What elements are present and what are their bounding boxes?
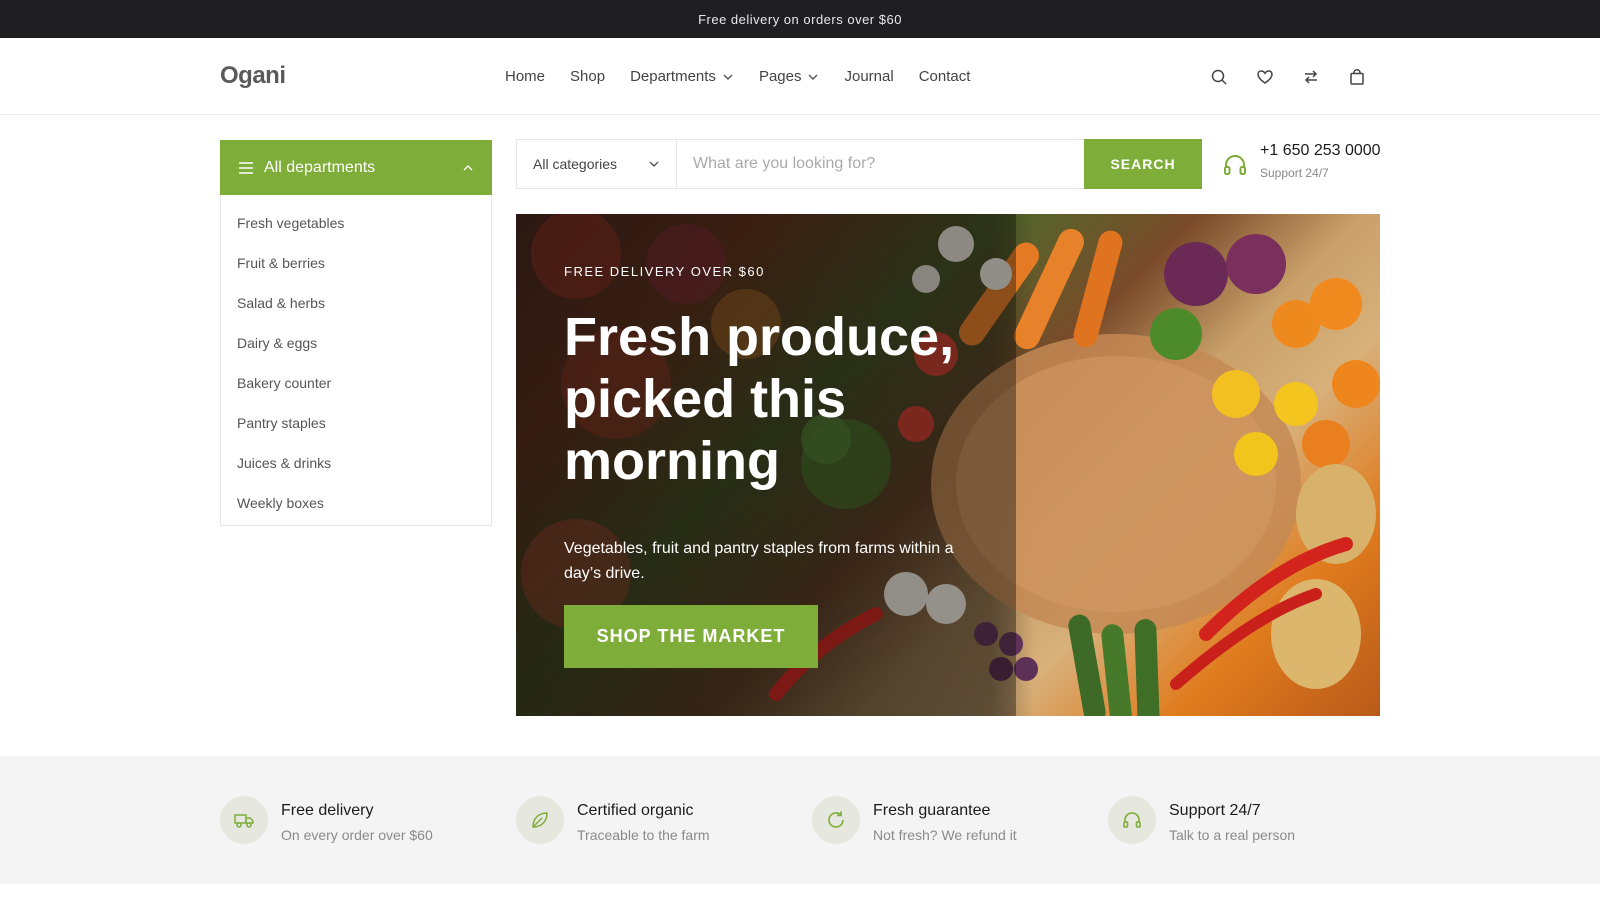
support-phone[interactable]: +1 650 253 0000 [1260, 142, 1381, 160]
refresh-icon [812, 796, 860, 844]
nav-home[interactable]: Home [505, 68, 545, 85]
all-departments-label: All departments [264, 158, 376, 176]
shop-the-market-button[interactable]: SHOP THE MARKET [564, 605, 818, 668]
department-dairy-eggs[interactable]: Dairy & eggs [221, 323, 491, 363]
support-contact: +1 650 253 0000 Support 24/7 [1222, 142, 1381, 180]
feature-subtitle: Not fresh? We refund it [873, 827, 1017, 843]
search-input[interactable] [677, 140, 1084, 188]
department-label: Pantry staples [237, 415, 326, 431]
department-fresh-vegetables[interactable]: Fresh vegetables [221, 203, 491, 243]
feature-free-delivery: Free delivery On every order over $60 [220, 796, 433, 844]
department-label: Juices & drinks [237, 455, 332, 471]
search-icon[interactable] [1210, 68, 1228, 86]
department-label: Bakery counter [237, 375, 332, 391]
support-label: Support 24/7 [1260, 166, 1329, 180]
chevron-down-icon [807, 71, 819, 83]
feature-subtitle: Traceable to the farm [577, 827, 710, 843]
headphones-icon [1108, 796, 1156, 844]
site-header: Ogani Home Shop Departments Pages Journa… [0, 38, 1600, 115]
hero-description: Vegetables, fruit and pantry staples fro… [564, 540, 954, 582]
nav-journal[interactable]: Journal [844, 68, 893, 85]
nav-shop[interactable]: Shop [570, 68, 605, 85]
hero-banner: FREE DELIVERY OVER $60 Fresh produce, pi… [516, 214, 1380, 716]
department-salad-herbs[interactable]: Salad & herbs [221, 283, 491, 323]
announcement-text: Free delivery on orders over $60 [698, 11, 902, 27]
search-button[interactable]: SEARCH [1084, 139, 1202, 189]
hero-eyebrow: FREE DELIVERY OVER $60 [564, 264, 765, 279]
category-select-value: All categories [533, 156, 618, 172]
nav-departments-label: Departments [630, 68, 716, 85]
search-bar: All categories SEARCH [516, 139, 1202, 189]
departments-list: Fresh vegetables Fruit & berries Salad &… [220, 195, 492, 526]
feature-subtitle: On every order over $60 [281, 827, 433, 843]
feature-title: Certified organic [577, 802, 694, 819]
department-label: Dairy & eggs [237, 335, 318, 351]
logo[interactable]: Ogani [220, 62, 286, 90]
heart-icon[interactable] [1256, 68, 1274, 86]
chevron-down-icon [722, 71, 734, 83]
nav-contact-label: Contact [918, 68, 971, 85]
nav-shop-label: Shop [570, 68, 606, 85]
truck-icon [220, 796, 268, 844]
feature-title: Free delivery [281, 802, 374, 819]
hero-title: Fresh produce, picked this morning [564, 307, 955, 491]
headphones-icon [1222, 152, 1248, 178]
leaf-icon [516, 796, 564, 844]
feature-support: Support 24/7 Talk to a real person [1108, 796, 1295, 844]
department-bakery-counter[interactable]: Bakery counter [221, 363, 491, 403]
department-fruit-berries[interactable]: Fruit & berries [221, 243, 491, 283]
features-strip: Free delivery On every order over $60 Ce… [0, 756, 1600, 884]
chevron-up-icon [462, 162, 474, 174]
feature-fresh-guarantee: Fresh guarantee Not fresh? We refund it [812, 796, 1017, 844]
header-actions [1210, 38, 1366, 115]
feature-title: Fresh guarantee [873, 802, 991, 819]
menu-icon [238, 161, 254, 175]
department-label: Fruit & berries [237, 255, 325, 271]
nav-pages[interactable]: Pages [759, 68, 820, 85]
nav-journal-label: Journal [844, 68, 894, 85]
announcement-bar: Free delivery on orders over $60 [0, 0, 1600, 38]
compare-icon[interactable] [1302, 68, 1320, 86]
feature-subtitle: Talk to a real person [1169, 827, 1296, 843]
nav-pages-label: Pages [758, 68, 802, 85]
department-weekly-boxes[interactable]: Weekly boxes [221, 483, 491, 523]
nav-home-label: Home [505, 68, 546, 85]
all-departments-toggle[interactable]: All departments [220, 140, 492, 195]
department-pantry-staples[interactable]: Pantry staples [221, 403, 491, 443]
department-juices-drinks[interactable]: Juices & drinks [221, 443, 491, 483]
departments-sidebar: All departments Fresh vegetables Fruit &… [220, 140, 492, 526]
feature-title: Support 24/7 [1169, 802, 1261, 819]
department-label: Weekly boxes [237, 495, 324, 511]
main-nav: Home Shop Departments Pages Journal Cont… [505, 38, 970, 115]
chevron-down-icon [648, 158, 660, 170]
category-select[interactable]: All categories [517, 140, 677, 188]
department-label: Fresh vegetables [237, 215, 345, 231]
feature-certified-organic: Certified organic Traceable to the farm [516, 796, 710, 844]
nav-contact[interactable]: Contact [919, 68, 971, 85]
bag-icon[interactable] [1348, 68, 1366, 86]
nav-departments[interactable]: Departments [630, 68, 734, 85]
department-label: Salad & herbs [237, 295, 325, 311]
